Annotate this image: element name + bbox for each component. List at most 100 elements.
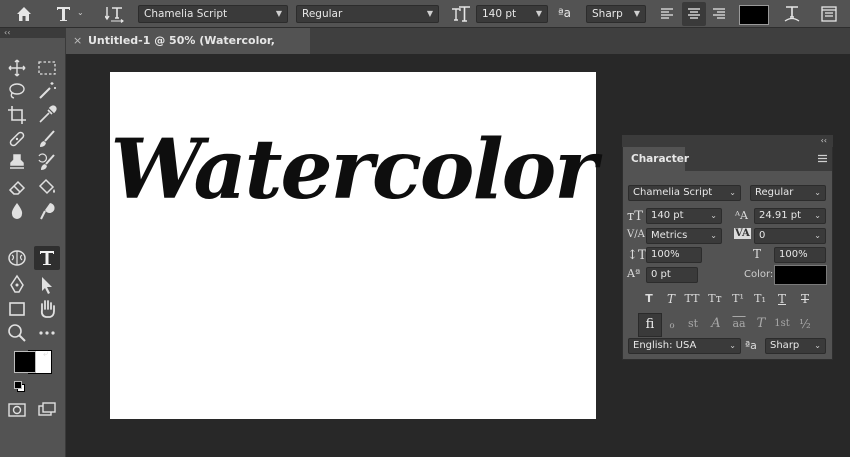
chevron-down-icon: ⌄	[729, 188, 736, 197]
collapse-panel-icon[interactable]: ‹‹	[821, 135, 827, 147]
document-canvas[interactable]: Watercolor	[110, 72, 598, 419]
document-tab[interactable]: × Untitled-1 @ 50% (Watercolor, RGB/8#) …	[66, 28, 310, 73]
panel-font-family-select[interactable]: Chamelia Script ⌄	[628, 185, 741, 201]
align-right-icon[interactable]	[711, 6, 727, 22]
vertical-scale-icon: ↕T	[627, 248, 647, 263]
panel-antialias-select[interactable]: Sharp ⌄	[765, 338, 826, 354]
font-style-value: Regular	[302, 8, 343, 20]
text-orientation-icon[interactable]	[105, 5, 125, 23]
character-panel-tab[interactable]: Character	[623, 147, 689, 171]
history-brush-icon[interactable]	[36, 152, 58, 174]
warp-text-icon[interactable]	[783, 4, 801, 24]
kerning-icon: V/A	[627, 229, 645, 240]
chevron-down-icon: ⌄	[814, 341, 821, 350]
chevron-down-icon: ⌄	[814, 231, 821, 240]
rectangle-tool-icon[interactable]	[6, 298, 28, 320]
tracking-select[interactable]: 0 ⌄	[754, 228, 826, 244]
brush-tool-icon[interactable]	[36, 128, 58, 150]
close-tab-icon[interactable]: ×	[73, 28, 82, 54]
blur-tool-icon[interactable]	[6, 200, 28, 222]
stylistic-alternates-button[interactable]: aa	[729, 315, 749, 333]
magic-wand-icon[interactable]	[36, 80, 58, 102]
swap-colors-icon[interactable]: ⤶	[43, 349, 48, 359]
superscript-button[interactable]: T¹	[728, 290, 748, 308]
antialias-select[interactable]: Sharp ▼	[586, 5, 646, 23]
language-value: English: USA	[633, 340, 697, 351]
kerning-select[interactable]: Metrics ⌄	[646, 228, 722, 244]
collapse-icon[interactable]: ‹‹	[4, 28, 10, 38]
panel-font-size-select[interactable]: 140 pt ⌄	[646, 208, 722, 224]
titling-alternates-button[interactable]: T	[751, 315, 771, 333]
chevron-down-icon: ⌄	[729, 341, 736, 350]
screen-mode-icon[interactable]	[36, 399, 58, 421]
leading-icon: ᴬA	[735, 209, 748, 222]
small-caps-button[interactable]: Tт	[705, 290, 725, 308]
font-size-select[interactable]: 140 pt ▼	[476, 5, 548, 23]
fractions-button[interactable]: ½	[795, 315, 815, 333]
text-color-swatch[interactable]	[774, 265, 827, 285]
type-tool-active-icon[interactable]	[34, 246, 60, 270]
more-tools-icon[interactable]	[36, 322, 58, 344]
chevron-down-icon: ▼	[275, 9, 282, 18]
chevron-down-icon: ▼	[535, 9, 542, 18]
character-panel-toggle-icon[interactable]	[820, 5, 838, 23]
dodge-tool-icon[interactable]	[36, 200, 58, 222]
foreground-color-swatch[interactable]	[14, 351, 36, 373]
subscript-button[interactable]: T₁	[750, 290, 770, 308]
vertical-scale-input[interactable]: 100%	[646, 247, 702, 263]
font-family-select[interactable]: Chamelia Script ▼	[138, 5, 288, 23]
ordinals-button[interactable]: 1st	[772, 315, 792, 333]
default-colors-icon[interactable]	[14, 381, 25, 392]
eraser-tool-icon[interactable]	[6, 176, 28, 198]
marquee-tool-icon[interactable]	[36, 57, 58, 79]
type-tool-icon[interactable]	[55, 5, 73, 23]
leading-value: 24.91 pt	[759, 210, 802, 221]
align-left-icon[interactable]	[659, 6, 675, 22]
leading-select[interactable]: 24.91 pt ⌄	[754, 208, 826, 224]
discretionary-ligatures-button[interactable]: st	[683, 315, 703, 333]
baseline-shift-icon: Aª	[627, 267, 641, 280]
pen-tool-icon[interactable]	[6, 274, 28, 296]
clone-stamp-icon[interactable]	[6, 152, 28, 174]
quick-mask-icon[interactable]	[6, 399, 28, 421]
chevron-down-icon: ▼	[633, 9, 640, 18]
text-color-swatch[interactable]	[739, 5, 769, 25]
home-icon[interactable]	[15, 5, 33, 23]
options-bar: ⌄ Chamelia Script ▼ Regular ▼ 140 pt ▼ ª…	[0, 0, 850, 28]
language-select[interactable]: English: USA ⌄	[628, 338, 741, 354]
strikethrough-button[interactable]: T	[795, 290, 815, 308]
standard-ligatures-button[interactable]: fi	[638, 313, 662, 337]
crop-tool-icon[interactable]	[6, 104, 28, 126]
horizontal-scale-value: 100%	[779, 249, 808, 260]
faux-bold-button[interactable]: T	[639, 290, 659, 308]
path-selection-icon[interactable]	[36, 274, 58, 296]
panel-menu-icon[interactable]	[818, 154, 827, 163]
spot-healing-icon[interactable]	[6, 128, 28, 150]
canvas-text-layer[interactable]: Watercolor	[110, 122, 597, 218]
swash-button[interactable]: A	[706, 315, 726, 333]
move-tool-icon[interactable]	[6, 57, 28, 79]
panel-font-style-select[interactable]: Regular ⌄	[750, 185, 826, 201]
contextual-alternates-button[interactable]: ℴ	[662, 315, 682, 333]
paint-bucket-icon[interactable]	[36, 176, 58, 198]
all-caps-button[interactable]: TT	[682, 290, 702, 308]
font-style-select[interactable]: Regular ▼	[296, 5, 439, 23]
hand-tool-icon[interactable]	[36, 298, 58, 320]
panel-font-family-value: Chamelia Script	[633, 187, 713, 198]
baseline-shift-input[interactable]: 0 pt	[646, 267, 698, 283]
horizontal-scale-icon: T	[753, 247, 762, 261]
horizontal-scale-input[interactable]: 100%	[774, 247, 826, 263]
brain-icon[interactable]	[6, 247, 28, 269]
font-size-icon	[451, 5, 471, 23]
antialias-icon: ªa	[745, 339, 757, 352]
tool-preset-chevron-icon[interactable]: ⌄	[77, 8, 84, 17]
chevron-down-icon: ⌄	[814, 211, 821, 220]
text-color-fill	[740, 6, 768, 24]
lasso-tool-icon[interactable]	[6, 80, 28, 102]
align-center-icon[interactable]	[682, 2, 706, 26]
faux-italic-button[interactable]: T	[661, 290, 681, 308]
zoom-tool-icon[interactable]	[6, 322, 28, 344]
underline-button[interactable]: T	[772, 290, 792, 308]
eyedropper-icon[interactable]	[36, 104, 58, 126]
panel-font-size-value: 140 pt	[651, 210, 684, 221]
